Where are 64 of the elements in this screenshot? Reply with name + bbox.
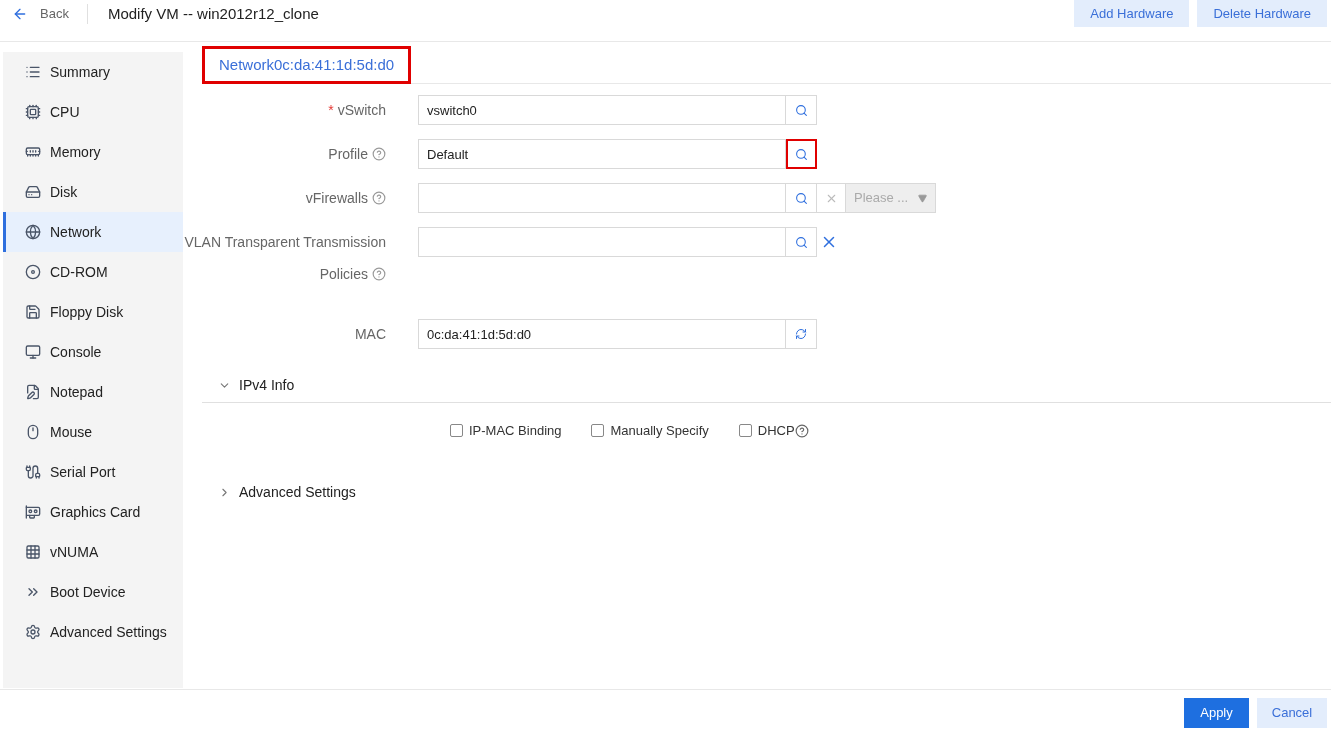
chip-icon [25,104,41,120]
sidebar-item[interactable]: Mouse [3,412,183,452]
search-button[interactable] [786,139,817,169]
search-icon [794,103,808,117]
search-icon [795,147,808,161]
memory-icon [25,144,41,160]
grid-icon [25,544,41,560]
text-field[interactable]: Default [418,139,786,169]
sidebar-item[interactable]: Console [3,332,183,372]
field-label: Profile [328,144,368,164]
search-icon [794,235,808,249]
sidebar-item[interactable]: Summary [3,52,183,92]
text-field[interactable] [418,227,786,257]
section-toggle[interactable]: Advanced Settings [202,480,1331,505]
required-mark: * [328,100,334,120]
text-field[interactable]: 0c:da:41:1d:5d:d0 [418,319,786,349]
card-icon [25,504,41,520]
sidebar-item[interactable]: Notepad [3,372,183,412]
list-icon [25,64,41,80]
floppy-icon [25,304,41,320]
sidebar-item[interactable]: Boot Device [3,572,183,612]
header-button[interactable]: Delete Hardware [1197,0,1327,27]
sidebar-item[interactable]: Floppy Disk [3,292,183,332]
field-label: Policies [319,264,368,284]
field-label: vSwitch [337,100,386,120]
checkbox-label: DHCP [757,422,795,440]
monitor-icon [25,344,41,360]
caret-icon [918,193,927,203]
apply-button[interactable]: Apply [1184,698,1249,728]
back-button[interactable]: Back [0,0,87,28]
network-tab[interactable]: Network0c:da:41:1d:5d:d0 [202,46,412,84]
checkbox-label: IP-MAC Binding [469,422,562,440]
header-button[interactable]: Add Hardware [1074,0,1190,27]
cancel-button[interactable]: Cancel [1257,698,1327,728]
sidebar-item[interactable]: Memory [3,132,183,172]
sidebar-item[interactable]: Serial Port [3,452,183,492]
sidebar-item[interactable]: Graphics Card [3,492,183,532]
refresh-button[interactable] [786,319,817,349]
section-toggle[interactable]: IPv4 Info [202,369,1331,403]
settings-icon [25,624,41,640]
globe-icon [25,224,41,240]
sidebar-item[interactable]: Advanced Settings [3,612,183,652]
checkbox[interactable] [591,424,605,438]
checkbox[interactable] [738,424,752,438]
port-icon [25,464,41,480]
sidebar-item[interactable]: Disk [3,172,183,212]
checkbox[interactable] [450,424,463,438]
sidebar-item[interactable]: CPU [3,92,183,132]
field-label: vFirewalls [305,188,368,208]
drive-icon [25,184,41,200]
field-label: VLAN Transparent Transmission [184,232,386,252]
refresh-icon [795,328,807,340]
edit-icon [25,384,41,400]
page-title: Modify VM -- win2012r12_clone [107,3,319,24]
search-icon [794,191,808,205]
sidebar-item[interactable]: vNUMA [3,532,183,572]
mouse-icon [25,424,41,440]
text-field[interactable]: vswitch0 [418,95,786,125]
checkbox-label: Manually Specify [610,422,709,440]
sidebar-item[interactable]: CD-ROM [3,252,183,292]
field-label: MAC [354,324,386,344]
sidebar-item[interactable]: Network [3,212,183,252]
text-field[interactable] [418,183,786,213]
disc-icon [25,264,41,280]
